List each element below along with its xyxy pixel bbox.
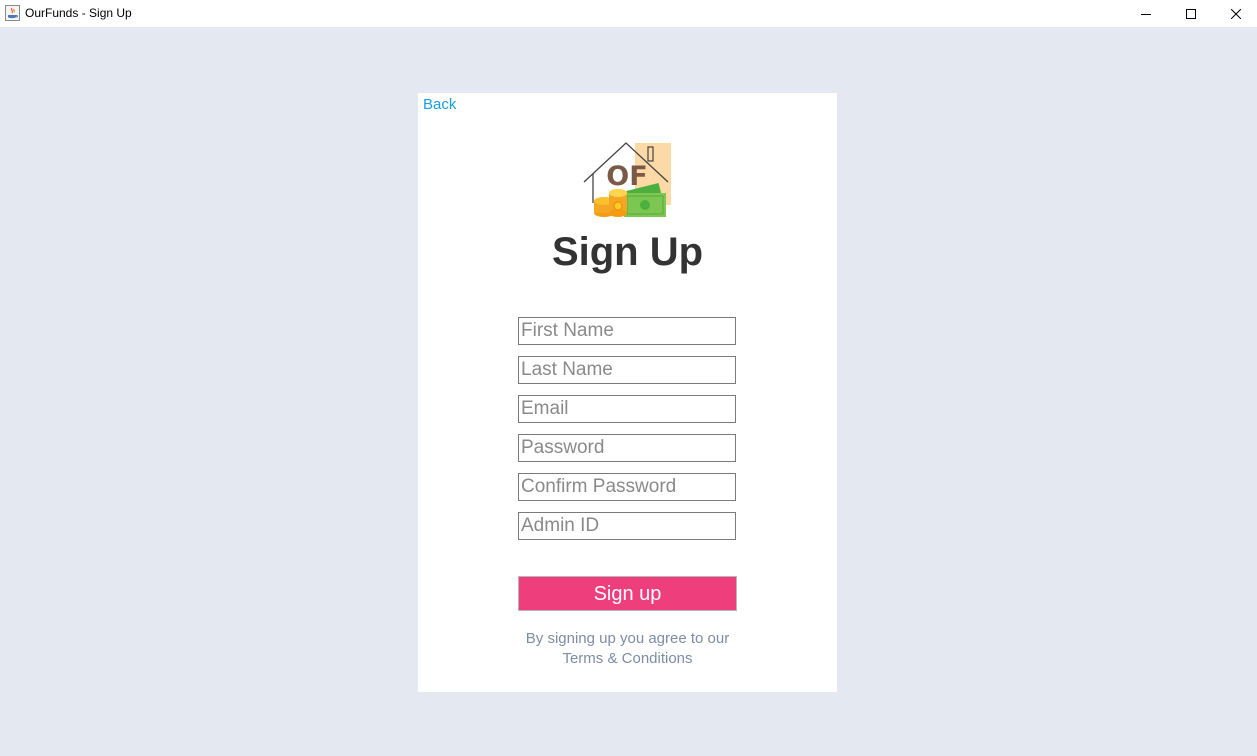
window-titlebar: OurFunds - Sign Up	[0, 0, 1257, 27]
signup-card: Back OF Sign Up Sign up By signing up yo…	[418, 93, 837, 692]
maximize-button[interactable]	[1168, 0, 1214, 27]
close-button[interactable]	[1213, 0, 1257, 27]
back-link[interactable]: Back	[423, 96, 456, 113]
minimize-button[interactable]	[1123, 0, 1169, 27]
admin-id-field[interactable]	[518, 512, 736, 540]
terms-text: By signing up you agree to our	[525, 630, 730, 647]
terms-conditions-link[interactable]: Terms & Conditions	[418, 650, 837, 667]
page-title: Sign Up	[551, 230, 704, 274]
window-title: OurFunds - Sign Up	[25, 6, 132, 20]
confirm-password-field[interactable]	[518, 473, 736, 501]
password-field[interactable]	[518, 434, 736, 462]
java-app-icon	[5, 5, 20, 21]
email-field[interactable]	[518, 395, 736, 423]
first-name-field[interactable]	[518, 317, 736, 345]
close-icon	[1231, 8, 1241, 19]
sign-up-button[interactable]: Sign up	[518, 576, 737, 611]
last-name-field[interactable]	[518, 356, 736, 384]
maximize-icon	[1186, 8, 1196, 19]
ourfunds-logo-icon: OF	[583, 142, 671, 217]
minimize-icon	[1141, 13, 1151, 15]
